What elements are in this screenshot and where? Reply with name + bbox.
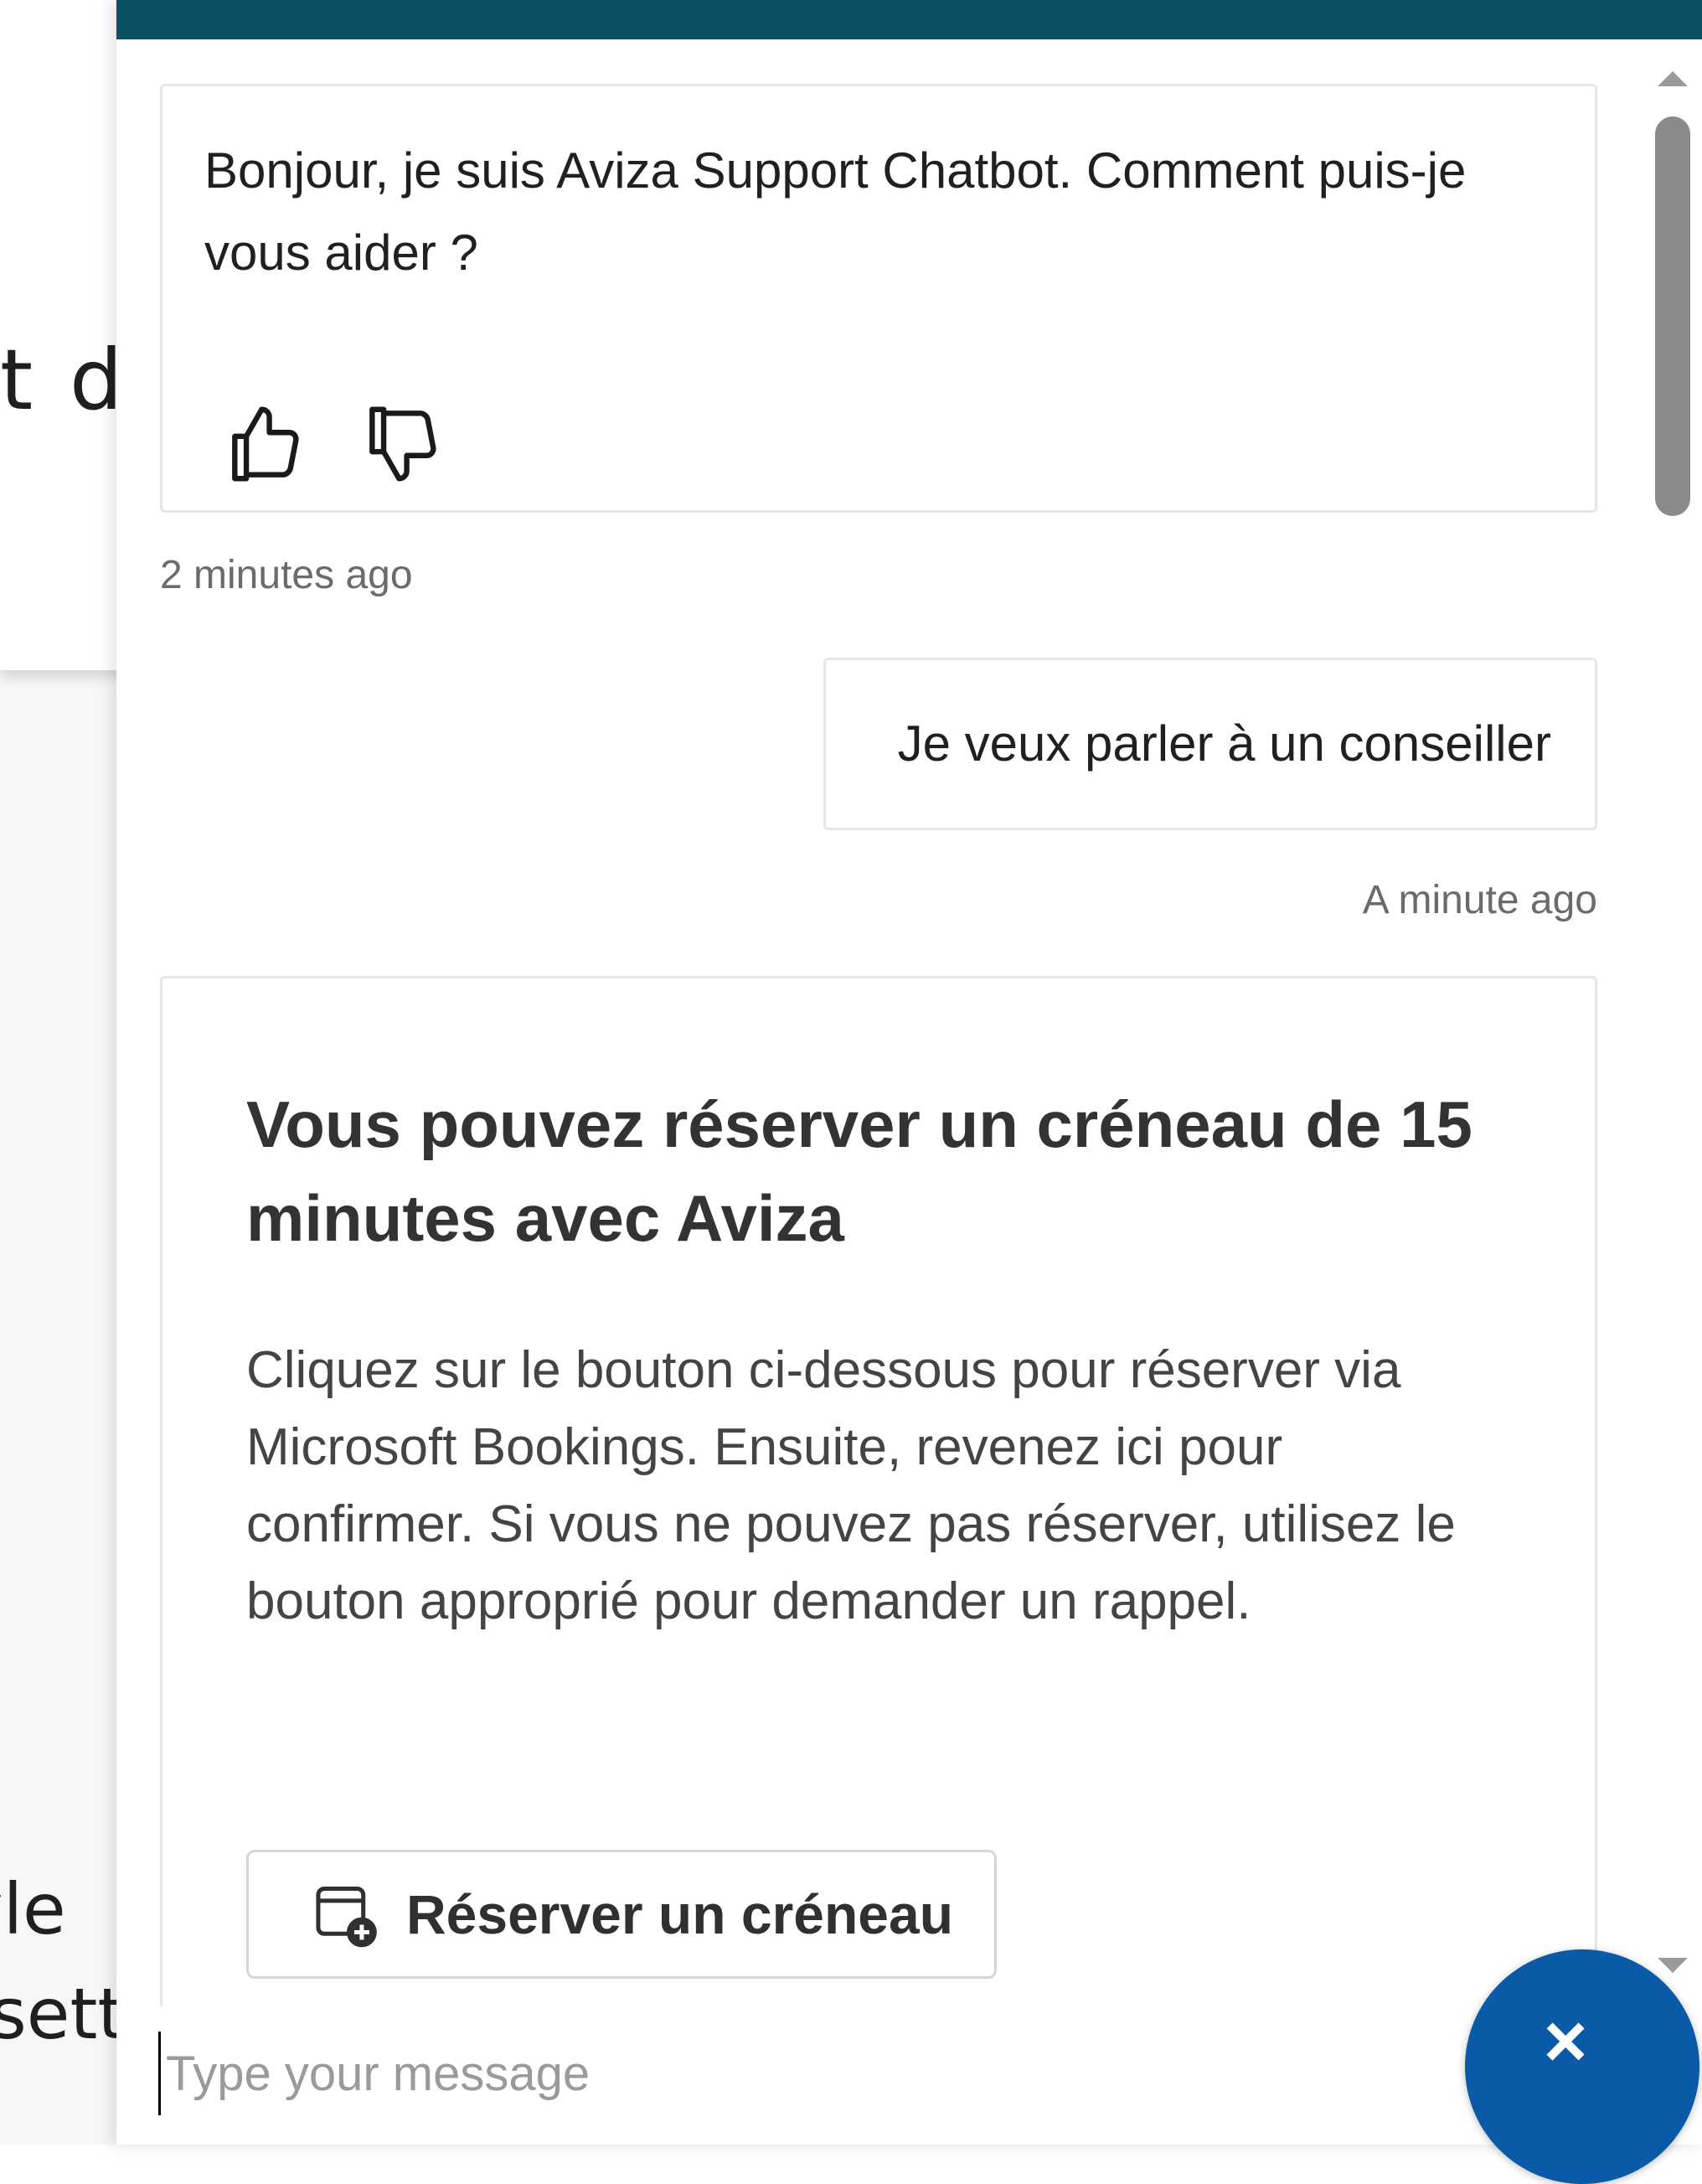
close-chat-button[interactable]: × bbox=[1465, 1949, 1699, 2184]
background-text: t d bbox=[0, 331, 128, 429]
bot-message-text: Bonjour, je suis Aviza Support Chatbot. … bbox=[204, 142, 1467, 281]
user-message: Je veux parler à un conseiller bbox=[823, 658, 1597, 830]
scrollbar[interactable] bbox=[1641, 39, 1702, 2006]
message-input[interactable] bbox=[158, 2032, 1472, 2115]
scroll-down-arrow-icon[interactable] bbox=[1658, 1958, 1688, 1973]
book-slot-button[interactable]: Réserver un créneau bbox=[246, 1850, 997, 1979]
book-slot-button-label: Réserver un créneau bbox=[406, 1883, 954, 1945]
background-text: sett bbox=[0, 1973, 126, 2055]
message-timestamp: A minute ago bbox=[1362, 878, 1597, 922]
chat-header-bar bbox=[116, 0, 1702, 39]
message-input-bar bbox=[116, 2006, 1702, 2145]
booking-card: Vous pouvez réserver un créneau de 15 mi… bbox=[160, 976, 1597, 2006]
calendar-add-icon bbox=[316, 1887, 377, 1948]
message-timestamp: 2 minutes ago bbox=[160, 553, 413, 597]
background-page: t d yle sett bbox=[0, 0, 134, 2145]
user-message-text: Je veux parler à un conseiller bbox=[897, 715, 1551, 772]
thumbs-up-icon bbox=[232, 406, 299, 482]
booking-card-body: Cliquez sur le bouton ci-dessous pour ré… bbox=[246, 1341, 1456, 1630]
thumbs-down-icon bbox=[369, 406, 436, 482]
bot-message: Bonjour, je suis Aviza Support Chatbot. … bbox=[160, 84, 1597, 513]
message-list: Bonjour, je suis Aviza Support Chatbot. … bbox=[116, 39, 1641, 2006]
booking-card-title: Vous pouvez réserver un créneau de 15 mi… bbox=[246, 1087, 1472, 1255]
like-button[interactable] bbox=[219, 398, 312, 490]
dislike-button[interactable] bbox=[357, 398, 449, 490]
close-icon: × bbox=[1543, 1999, 1588, 2083]
background-text: yle bbox=[0, 1868, 66, 1950]
scroll-up-arrow-icon[interactable] bbox=[1658, 71, 1688, 86]
scrollbar-thumb[interactable] bbox=[1655, 116, 1690, 516]
chat-panel: Bonjour, je suis Aviza Support Chatbot. … bbox=[116, 0, 1702, 2145]
